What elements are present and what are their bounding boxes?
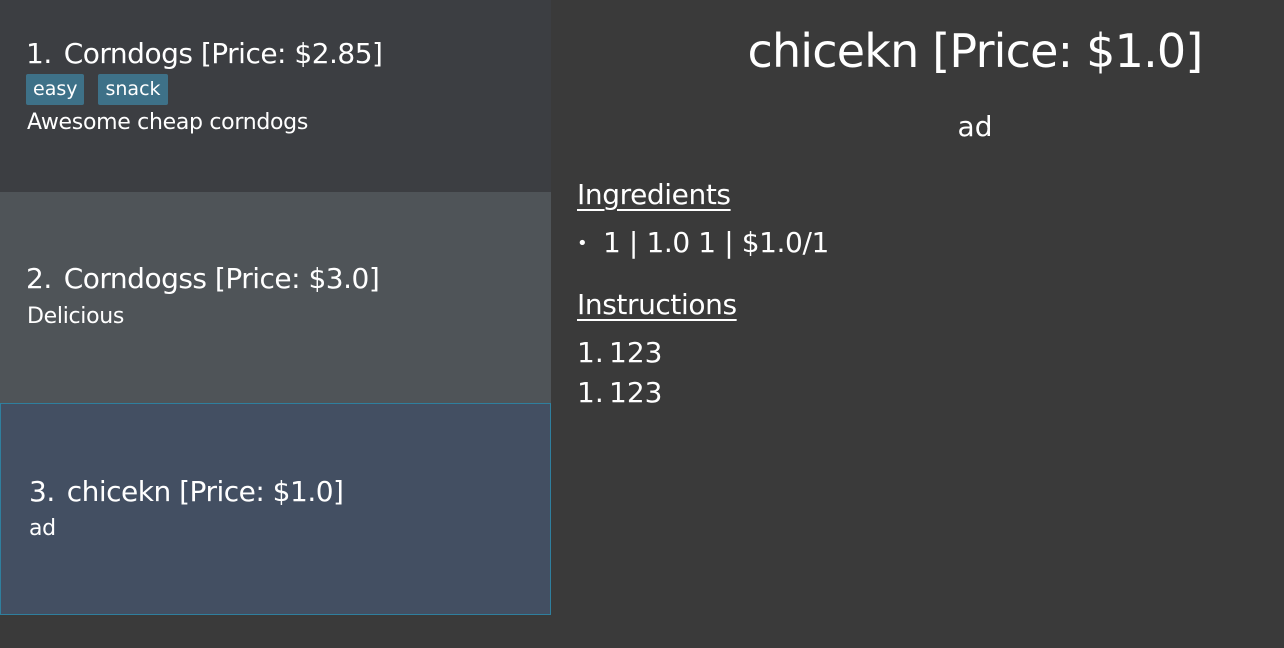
- ingredient-text: 1 | 1.0 1 | $1.0/1: [603, 226, 829, 259]
- recipe-app: 1. Corndogs [Price: $2.85] easy snack Awe…: [0, 0, 1284, 648]
- step-text: 123: [609, 336, 663, 369]
- ingredient-item: • 1 | 1.0 1 | $1.0/1: [577, 226, 829, 259]
- recipe-index: 2.: [26, 262, 52, 295]
- tag-list: easy snack: [26, 74, 168, 105]
- recipe-name: Corndogs [Price: $2.85]: [63, 37, 383, 70]
- recipe-card-title: 2. Corndogss [Price: $3.0]: [26, 262, 380, 295]
- step-number: 1.: [577, 376, 604, 409]
- tag-snack: snack: [98, 74, 168, 105]
- step-text: 123: [609, 376, 663, 409]
- recipe-index: 3.: [29, 475, 55, 508]
- step-number: 1.: [577, 336, 604, 369]
- recipe-name: chicekn [Price: $1.0]: [66, 475, 344, 508]
- recipe-card-3-selected[interactable]: 3. chicekn [Price: $1.0] ad: [0, 403, 551, 615]
- recipe-list: 1. Corndogs [Price: $2.85] easy snack Awe…: [0, 0, 551, 648]
- ingredients-heading: Ingredients: [577, 178, 731, 211]
- recipe-detail-panel: chicekn [Price: $1.0] ad Ingredients • 1 …: [551, 0, 1284, 648]
- recipe-card-title: 3. chicekn [Price: $1.0]: [29, 475, 344, 508]
- recipe-index: 1.: [26, 37, 52, 70]
- bullet-icon: •: [577, 233, 588, 254]
- instructions-heading: Instructions: [577, 288, 737, 321]
- instruction-step: 1. 123: [577, 336, 662, 369]
- recipe-card-1[interactable]: 1. Corndogs [Price: $2.85] easy snack Awe…: [0, 0, 551, 192]
- recipe-name: Corndogss [Price: $3.0]: [63, 262, 380, 295]
- recipe-card-2[interactable]: 2. Corndogss [Price: $3.0] Delicious: [0, 192, 551, 403]
- tag-easy: easy: [26, 74, 85, 105]
- recipe-card-title: 1. Corndogs [Price: $2.85]: [26, 37, 383, 70]
- recipe-description: Delicious: [27, 304, 125, 329]
- instruction-step: 1. 123: [577, 376, 662, 409]
- detail-description: ad: [957, 110, 993, 143]
- detail-title: chicekn [Price: $1.0]: [747, 24, 1203, 78]
- recipe-description: ad: [29, 516, 56, 541]
- recipe-description: Awesome cheap corndogs: [27, 110, 308, 135]
